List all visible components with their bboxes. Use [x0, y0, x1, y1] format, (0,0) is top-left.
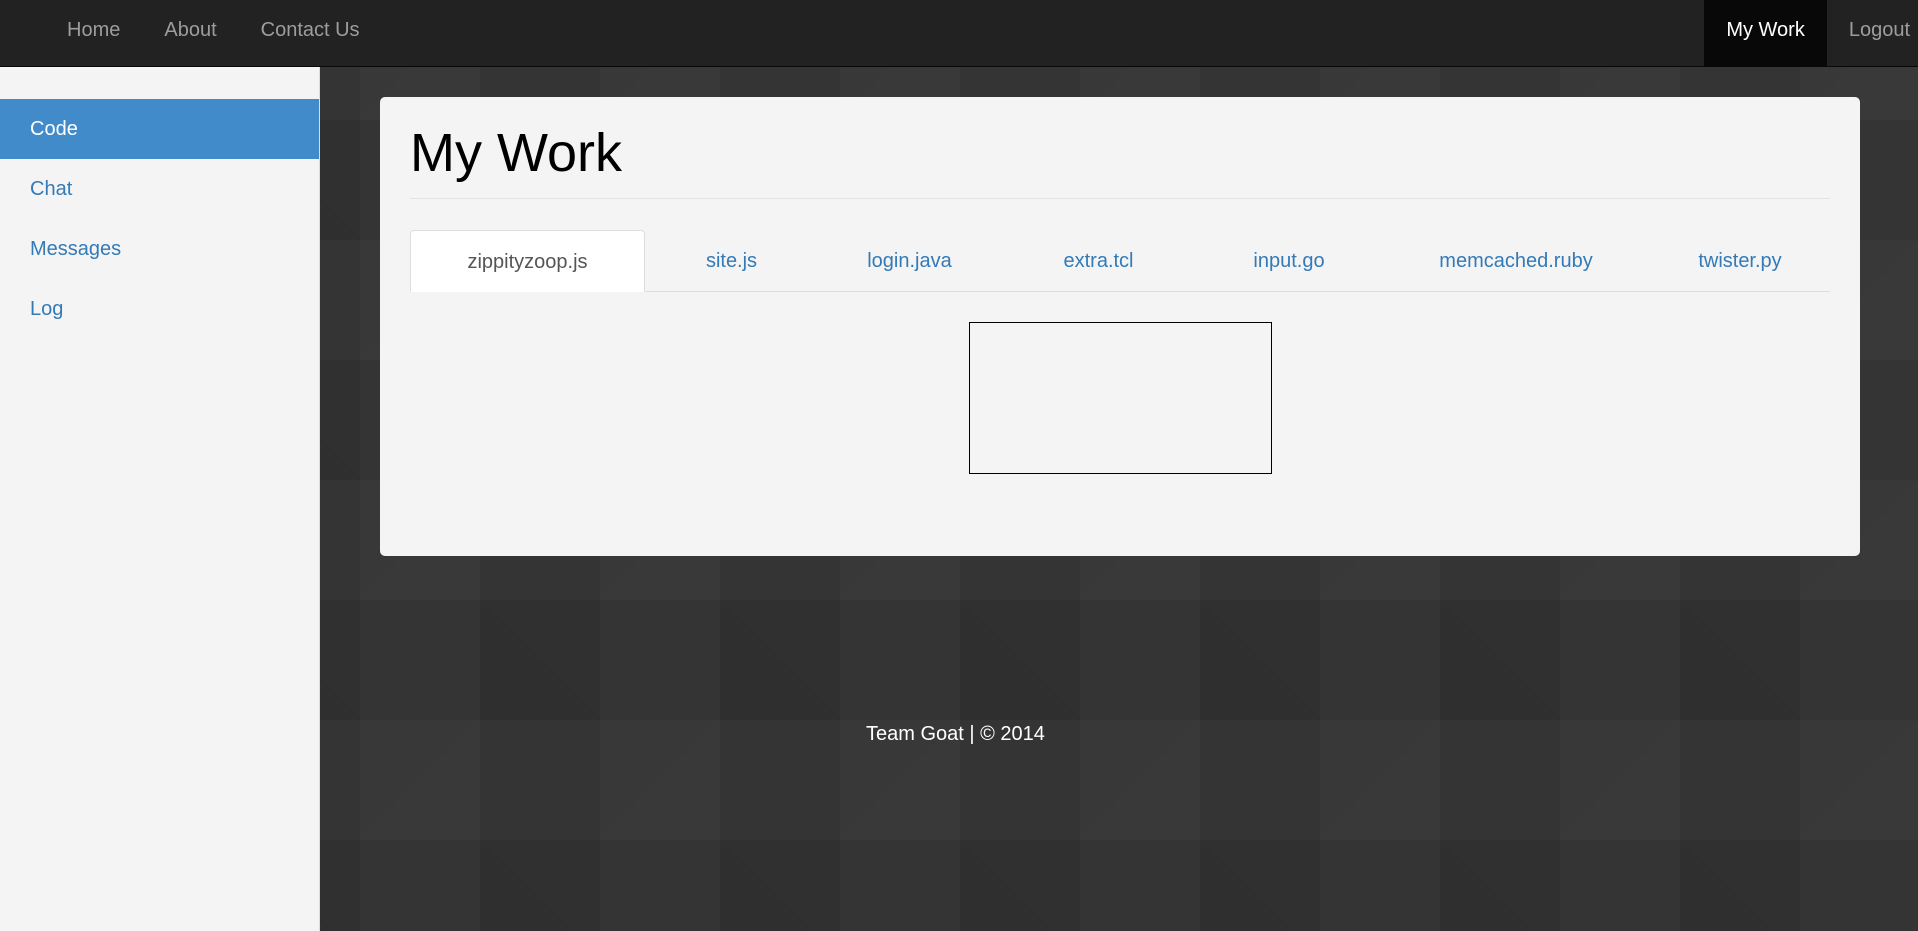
page-title: My Work [410, 123, 622, 183]
nav-about-link[interactable]: About [142, 0, 238, 67]
sidebar-menu: Code Chat Messages Log [0, 99, 319, 339]
title-divider [410, 198, 1830, 199]
code-editor-area[interactable] [969, 322, 1272, 474]
tab-input-go[interactable]: input.go [1196, 230, 1382, 292]
tab-memcached-ruby[interactable]: memcached.ruby [1382, 230, 1650, 292]
nav-my-work-link[interactable]: My Work [1704, 0, 1827, 67]
nav-right-group: My Work Logout [1704, 0, 1918, 67]
tab-twister-py[interactable]: twister.py [1650, 230, 1830, 292]
sidebar-item-chat[interactable]: Chat [0, 159, 319, 219]
nav-left-group: Home About Contact Us [45, 0, 382, 67]
tab-extra-tcl[interactable]: extra.tcl [1001, 230, 1196, 292]
nav-contact-link[interactable]: Contact Us [239, 0, 382, 67]
tab-zippityzoop-js[interactable]: zippityzoop.js [410, 230, 645, 292]
footer-text: Team Goat | © 2014 [866, 723, 1045, 745]
nav-logout-link[interactable]: Logout [1827, 0, 1918, 67]
sidebar-item-messages[interactable]: Messages [0, 219, 319, 279]
sidebar-item-log[interactable]: Log [0, 279, 319, 339]
top-navbar: Home About Contact Us My Work Logout [0, 0, 1918, 67]
tab-site-js[interactable]: site.js [645, 230, 818, 292]
tab-login-java[interactable]: login.java [818, 230, 1001, 292]
sidebar: Code Chat Messages Log [0, 67, 320, 931]
sidebar-item-code[interactable]: Code [0, 99, 319, 159]
main-panel: My Work zippityzoop.js site.js login.jav… [380, 97, 1860, 556]
nav-home-link[interactable]: Home [45, 0, 142, 67]
file-tabs: zippityzoop.js site.js login.java extra.… [410, 230, 1830, 292]
